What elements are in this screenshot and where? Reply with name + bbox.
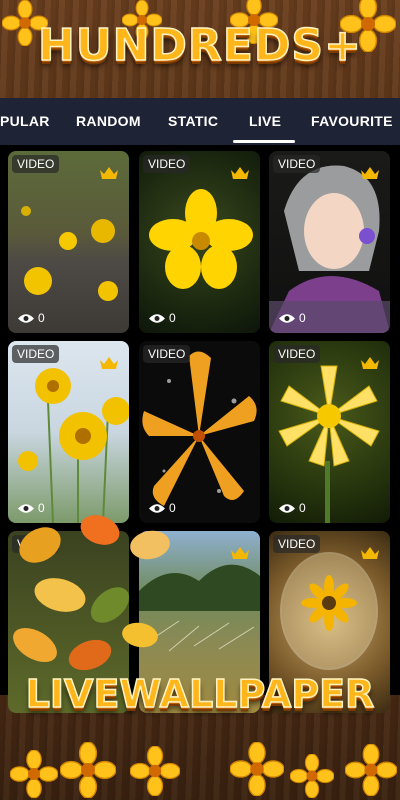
video-badge: VIDEO xyxy=(273,345,321,363)
eye-icon xyxy=(279,503,295,514)
tab-popular[interactable]: PULAR xyxy=(0,98,50,145)
video-badge: VIDEO xyxy=(143,345,191,363)
flower-icon xyxy=(290,754,334,798)
active-tab-indicator xyxy=(233,140,295,143)
video-badge: VIDEO xyxy=(143,155,191,173)
wallpaper-card[interactable]: VIDEO 0 xyxy=(139,151,260,333)
tab-random[interactable]: RANDOM xyxy=(76,98,141,145)
crown-icon xyxy=(230,165,250,186)
tab-live[interactable]: LIVE xyxy=(249,98,281,145)
crown-icon xyxy=(360,165,380,186)
view-count: 0 xyxy=(18,501,45,515)
crown-icon xyxy=(230,545,250,566)
crown-icon xyxy=(360,355,380,376)
crown-icon xyxy=(360,545,380,566)
tab-favourite[interactable]: FAVOURITE xyxy=(311,98,393,145)
flower-icon xyxy=(60,742,116,798)
wallpaper-card[interactable]: VIDEO 0 xyxy=(269,341,390,523)
app-title: HUNDREDS+ xyxy=(37,19,362,72)
video-badge: VIDEO xyxy=(273,535,321,553)
category-tabs: PULAR RANDOM STATIC LIVE FAVOURITE xyxy=(0,98,400,145)
view-count: 0 xyxy=(279,311,306,325)
eye-icon xyxy=(18,313,34,324)
eye-icon xyxy=(149,313,165,324)
video-badge: VIDEO xyxy=(12,155,60,173)
crown-icon xyxy=(99,165,119,186)
footer-banner: LIVEWALLPAPER xyxy=(0,670,400,800)
flower-icon xyxy=(345,744,397,796)
wallpaper-thumbnail xyxy=(142,351,257,506)
wallpaper-card[interactable]: VIDEO 0 xyxy=(139,341,260,523)
video-badge: VIDEO xyxy=(12,345,60,363)
view-count: 0 xyxy=(18,311,45,325)
eye-icon xyxy=(279,313,295,324)
video-badge: VIDEO xyxy=(273,155,321,173)
eye-icon xyxy=(18,503,34,514)
wallpaper-card[interactable]: VIDEO 0 xyxy=(269,151,390,333)
wallpaper-card[interactable]: VIDEO 0 xyxy=(8,341,129,523)
wallpaper-grid: VIDEO 0 VIDEO 0 VIDEO 0 VIDEO 0 VIDEO 0 … xyxy=(0,145,400,713)
flower-icon xyxy=(230,742,284,796)
flower-icon xyxy=(10,750,58,798)
crown-icon xyxy=(99,355,119,376)
header-banner: HUNDREDS+ xyxy=(0,0,400,98)
footer-title: LIVEWALLPAPER xyxy=(25,671,375,717)
wallpaper-card[interactable]: VIDEO 0 xyxy=(8,151,129,333)
view-count: 0 xyxy=(149,501,176,515)
tab-static[interactable]: STATIC xyxy=(168,98,218,145)
view-count: 0 xyxy=(279,501,306,515)
flower-icon xyxy=(130,746,180,796)
video-badge: VIDEO xyxy=(12,535,60,553)
eye-icon xyxy=(149,503,165,514)
view-count: 0 xyxy=(149,311,176,325)
